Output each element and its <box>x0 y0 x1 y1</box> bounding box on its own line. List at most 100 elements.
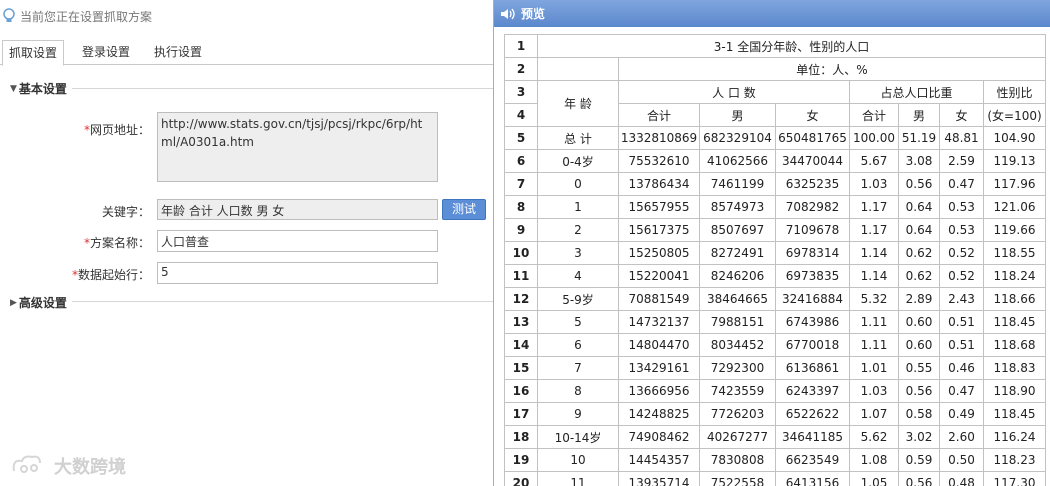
url-label: *网页地址： <box>83 123 150 137</box>
table-cell: 8507697 <box>699 218 776 242</box>
start-row-label: *数据起始行： <box>71 268 150 282</box>
row-number: 12 <box>504 287 538 311</box>
table-row: 17 9 14248825 7726203 6522622 1.07 0.58 0.49 118… <box>504 402 1046 426</box>
column-header: 男 <box>699 103 776 127</box>
table-cell: 34641185 <box>775 425 850 449</box>
table-cell: 9 <box>537 402 619 426</box>
row-number: 11 <box>504 264 538 288</box>
table-row: 13 5 14732137 7988151 6743986 1.11 0.60 0.51 118… <box>504 310 1046 334</box>
preview-table: 1 3-1 全国分年龄、性别的人口 2 单位：人、% 3 年 龄 人 口 数 占… <box>504 34 1046 486</box>
scheme-name-input[interactable]: 人口普查 <box>157 230 438 252</box>
scheme-name-label: *方案名称： <box>83 236 150 250</box>
table-cell: 15220041 <box>618 264 700 288</box>
start-row-input[interactable]: 5 <box>157 262 438 284</box>
table-cell: 32416884 <box>775 287 850 311</box>
url-field[interactable]: http://www.stats.gov.cn/tjsj/pcsj/rkpc/6… <box>157 112 438 182</box>
table-cell: 6522622 <box>775 402 850 426</box>
age-header: 年 龄 <box>537 80 619 127</box>
table-cell: 0.58 <box>898 402 940 426</box>
hint-text: 当前您正在设置抓取方案 <box>20 9 153 24</box>
table-row: 11 4 15220041 8246206 6973835 1.14 0.62 0.52 118… <box>504 264 1046 288</box>
table-cell: 1.07 <box>849 402 899 426</box>
table-cell: 2.89 <box>898 287 940 311</box>
keyword-label: 关键字： <box>101 205 150 219</box>
table-row: 15 7 13429161 7292300 6136861 1.01 0.55 0.46 118… <box>504 356 1046 380</box>
column-header: 合计 <box>618 103 700 127</box>
table-cell: 0.47 <box>939 379 984 403</box>
table-cell: 1.14 <box>849 241 899 265</box>
row-number: 8 <box>504 195 538 219</box>
table-cell: 2.43 <box>939 287 984 311</box>
table-cell: 7522558 <box>699 471 776 486</box>
section-divider <box>72 88 494 89</box>
table-cell: 38464665 <box>699 287 776 311</box>
table-cell: 0.60 <box>898 333 940 357</box>
tab-capture-settings[interactable]: 抓取设置 <box>2 40 65 66</box>
table-cell: 0 <box>537 172 619 196</box>
table-cell: 1.14 <box>849 264 899 288</box>
table-cell: 3.08 <box>898 149 940 173</box>
column-header: 女 <box>775 103 850 127</box>
table-cell: 0.64 <box>898 218 940 242</box>
table-cell: 0.53 <box>939 195 984 219</box>
table-cell: 118.24 <box>983 264 1046 288</box>
table-cell: 2.60 <box>939 425 984 449</box>
row-number: 14 <box>504 333 538 357</box>
advanced-settings-toggle[interactable]: ▶ 高级设置 <box>10 294 67 311</box>
row-number: 5 <box>504 126 538 150</box>
row-number: 16 <box>504 379 538 403</box>
table-cell: 0.49 <box>939 402 984 426</box>
table-cell: 34470044 <box>775 149 850 173</box>
table-cell: 0.52 <box>939 264 984 288</box>
table-row: 9 2 15617375 8507697 7109678 1.17 0.64 0.53 119.… <box>504 218 1046 242</box>
table-cell: 1.17 <box>849 195 899 219</box>
table-cell: 1.03 <box>849 379 899 403</box>
table-row: 3 年 龄 人 口 数 占总人口比重 性别比 <box>504 80 1046 127</box>
tab-execution-settings[interactable]: 执行设置 <box>154 40 202 64</box>
table-cell: 7988151 <box>699 310 776 334</box>
table-cell: 6973835 <box>775 264 850 288</box>
table-cell: 总 计 <box>537 126 619 150</box>
hint-bar: 当前您正在设置抓取方案 <box>0 0 152 32</box>
watermark-text: 大数跨境 <box>54 457 126 478</box>
row-number: 17 <box>504 402 538 426</box>
table-row: 16 8 13666956 7423559 6243397 1.03 0.56 0.47 118… <box>504 379 1046 403</box>
triangle-right-icon: ▶ <box>10 297 17 308</box>
row-number: 10 <box>504 241 538 265</box>
table-row: 12 5-9岁 70881549 38464665 32416884 5.32 2.89 2.… <box>504 287 1046 311</box>
table-cell: 14248825 <box>618 402 700 426</box>
preview-titlebar[interactable]: 预览 <box>494 0 1050 27</box>
table-cell: 1.11 <box>849 310 899 334</box>
table-row: 5总 计 1332810869 682329104 650481765 100.00 51… <box>504 126 1046 150</box>
table-cell: 118.90 <box>983 379 1046 403</box>
basic-settings-toggle[interactable]: ▼ 基本设置 <box>10 80 67 97</box>
section-divider <box>72 301 494 302</box>
table-cell: 13935714 <box>618 471 700 486</box>
table-cell: 70881549 <box>618 287 700 311</box>
test-button[interactable]: 测试 <box>442 199 486 220</box>
row-number: 19 <box>504 448 538 472</box>
table-cell: 1.01 <box>849 356 899 380</box>
table-cell: 1 <box>537 195 619 219</box>
table-cell: 40267277 <box>699 425 776 449</box>
column-header: 女 <box>939 103 984 127</box>
table-cell: 13666956 <box>618 379 700 403</box>
table-cell: 0.51 <box>939 333 984 357</box>
keyword-field[interactable]: 年龄 合计 人口数 男 女 <box>157 199 438 220</box>
table-cell: 8246206 <box>699 264 776 288</box>
table-cell: 119.66 <box>983 218 1046 242</box>
table-cell: 6413156 <box>775 471 850 486</box>
table-cell: 6770018 <box>775 333 850 357</box>
table-cell: 48.81 <box>939 126 984 150</box>
table-cell: 15250805 <box>618 241 700 265</box>
table-cell: 118.68 <box>983 333 1046 357</box>
table-row: 18 10-14岁 74908462 40267277 34641185 5.62 3.02… <box>504 425 1046 449</box>
table-cell: 41062566 <box>699 149 776 173</box>
table-cell: 13786434 <box>618 172 700 196</box>
preview-title: 预览 <box>521 7 546 21</box>
table-cell: 8034452 <box>699 333 776 357</box>
table-cell: 0.52 <box>939 241 984 265</box>
table-cell: 0.62 <box>898 264 940 288</box>
table-cell: 6 <box>537 333 619 357</box>
tab-login-settings[interactable]: 登录设置 <box>82 40 130 64</box>
